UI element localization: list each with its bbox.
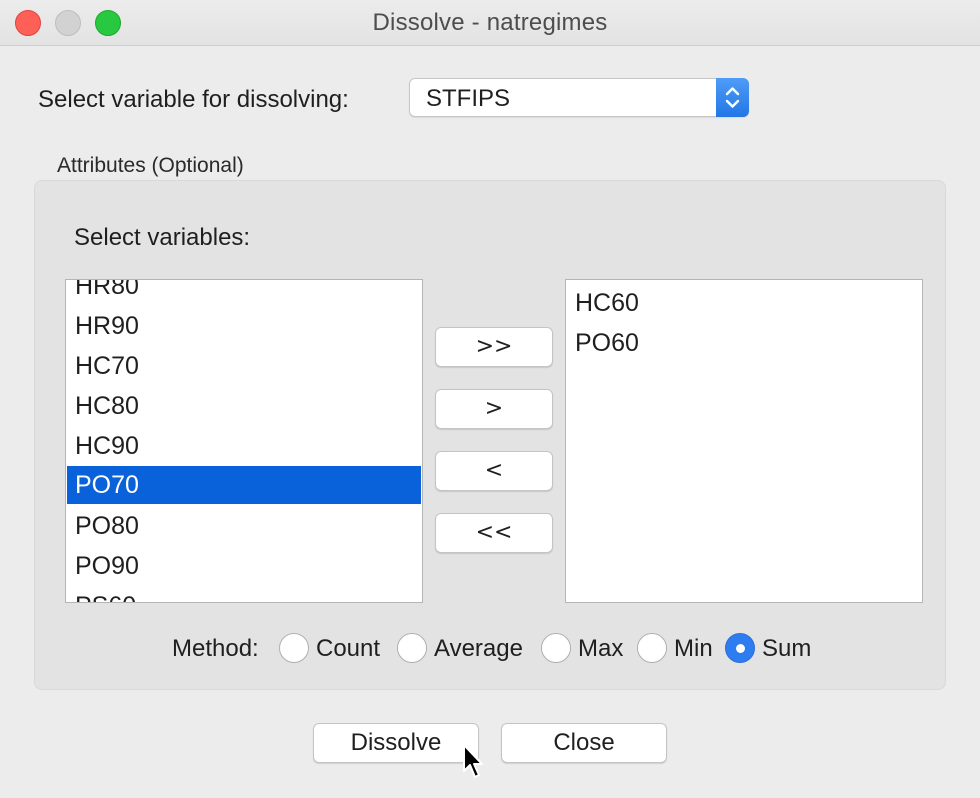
dissolve-variable-label: Select variable for dissolving: (38, 86, 349, 113)
chosen-variables-list[interactable]: HC60 PO60 (565, 279, 923, 603)
list-item[interactable]: HC80 (67, 387, 421, 425)
list-item-selected[interactable]: PO70 (67, 466, 421, 504)
list-item[interactable]: PO80 (67, 507, 421, 545)
method-average-radio[interactable] (397, 633, 427, 663)
list-item[interactable]: PO90 (67, 547, 421, 585)
list-item[interactable]: HC70 (67, 347, 421, 385)
list-item[interactable]: HR80 (67, 280, 421, 305)
mouse-pointer-icon (462, 743, 486, 786)
attributes-group-label: Attributes (Optional) (57, 154, 244, 177)
list-item[interactable]: PO60 (567, 324, 921, 362)
available-variables-list[interactable]: HR80 HR90 HC70 HC80 HC90 PO70 PO80 PO90 … (65, 279, 423, 603)
chevron-up-down-icon[interactable] (716, 78, 749, 117)
dissolve-button[interactable]: Dissolve (313, 723, 479, 763)
method-sum-radio[interactable] (725, 633, 755, 663)
list-item[interactable]: HC60 (567, 284, 921, 322)
method-sum-label: Sum (762, 635, 812, 662)
method-min-label: Min (674, 635, 713, 662)
method-count-label: Count (316, 635, 381, 662)
method-max-label: Max (578, 635, 624, 662)
select-variables-label: Select variables: (74, 224, 251, 251)
remove-all-button[interactable]: << (435, 513, 553, 553)
title-bar: Dissolve - natregimes (0, 0, 980, 46)
method-count-radio[interactable] (279, 633, 309, 663)
remove-button[interactable]: < (435, 451, 553, 491)
method-label: Method: (172, 635, 259, 662)
add-button[interactable]: > (435, 389, 553, 429)
list-item[interactable]: HC90 (67, 427, 421, 465)
window-title: Dissolve - natregimes (372, 9, 608, 36)
list-item[interactable]: PS60 (67, 587, 421, 602)
method-max-radio[interactable] (541, 633, 571, 663)
dissolve-variable-select[interactable]: STFIPS (409, 78, 749, 117)
dissolve-variable-value: STFIPS (426, 85, 511, 112)
add-all-button[interactable]: >> (435, 327, 553, 367)
close-button[interactable]: Close (501, 723, 667, 763)
method-min-radio[interactable] (637, 633, 667, 663)
list-item[interactable]: HR90 (67, 307, 421, 345)
method-average-label: Average (434, 635, 523, 662)
